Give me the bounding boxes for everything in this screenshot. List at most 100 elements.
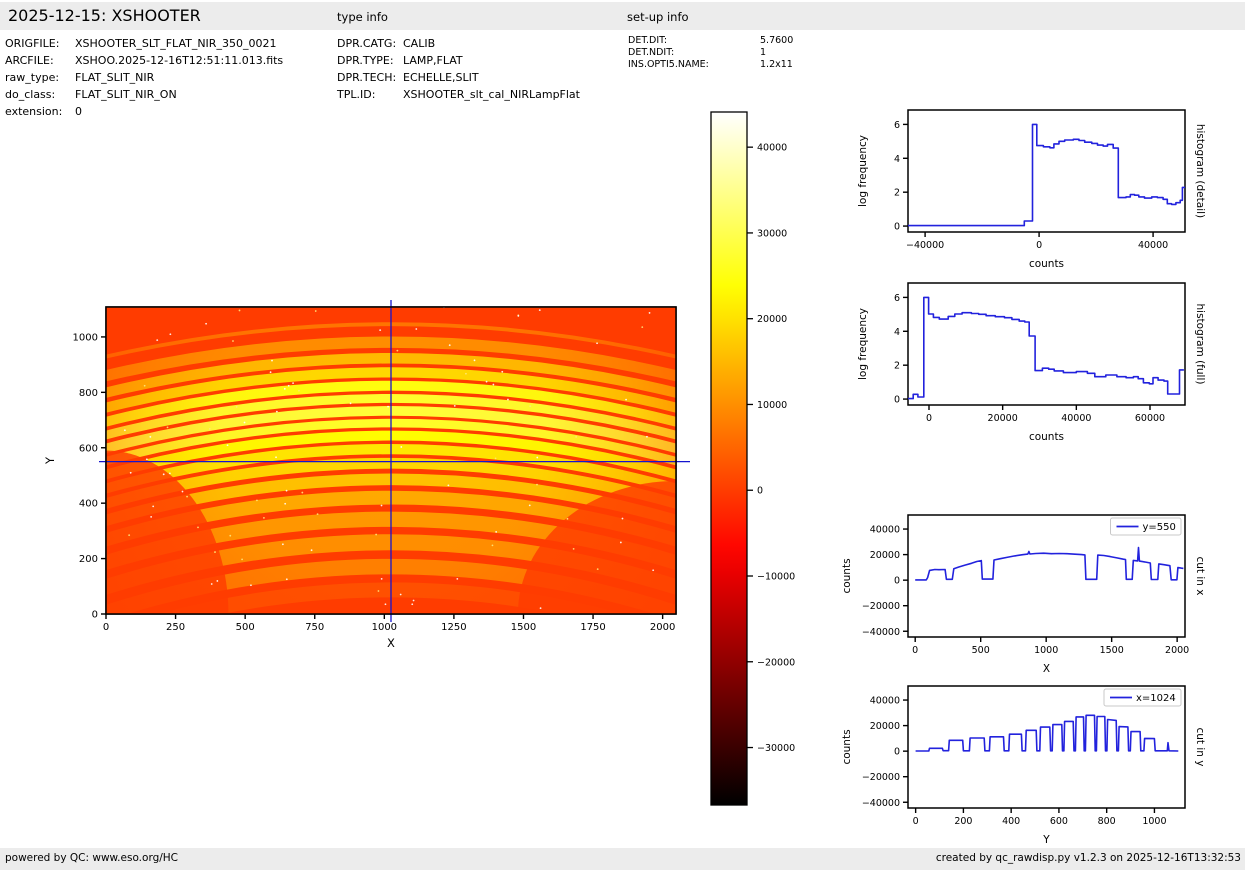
file-info-row: ARCFILE:XSHOO.2025-12-16T12:51:11.013.fi… [5, 54, 283, 67]
setup-info-value: 1 [760, 47, 766, 58]
title-bar: 2025-12-15: XSHOOTER type info set-up in… [0, 2, 1245, 30]
setup-info-value: 1.2x11 [760, 59, 793, 70]
svg-text:counts: counts [841, 558, 853, 593]
file-info-key: ARCFILE: [5, 54, 75, 67]
file-info-row: raw_type:FLAT_SLIT_NIR [5, 71, 154, 84]
svg-text:30000: 30000 [757, 228, 787, 239]
svg-text:40000: 40000 [1061, 413, 1091, 424]
svg-text:0: 0 [92, 610, 98, 621]
type-info-value: XSHOOTER_slt_cal_NIRLampFlat [403, 88, 580, 101]
svg-text:1750: 1750 [580, 622, 605, 633]
setup-info-value: 5.7600 [760, 35, 793, 46]
svg-text:cut in x: cut in x [1194, 556, 1206, 595]
svg-text:2: 2 [894, 361, 900, 372]
svg-text:X: X [387, 636, 395, 650]
svg-text:0: 0 [1036, 240, 1042, 251]
svg-text:4: 4 [894, 154, 900, 165]
histogram-full-plot: 02000040000600000246countslog frequencyh… [840, 268, 1245, 450]
file-info-key: ORIGFILE: [5, 37, 75, 50]
file-info-value: XSHOO.2025-12-16T12:51:11.013.fits [75, 54, 283, 67]
type-info-value: ECHELLE,SLIT [403, 71, 479, 84]
svg-text:6: 6 [894, 293, 900, 304]
svg-text:1000: 1000 [1142, 816, 1166, 827]
svg-text:200: 200 [79, 554, 98, 565]
setup-info-row: DET.NDIT:1 [628, 47, 766, 58]
setup-info-key: DET.DIT: [628, 35, 760, 46]
svg-text:histogram (detail): histogram (detail) [1194, 124, 1206, 218]
main-image-plot: 0250500750100012501500175020000200400600… [40, 290, 700, 652]
svg-text:500: 500 [972, 645, 990, 656]
svg-text:0: 0 [894, 222, 900, 233]
footer-bar: powered by QC: www.eso.org/HC created by… [0, 848, 1245, 870]
histogram-detail-plot: −400000400000246countslog frequencyhisto… [840, 95, 1245, 277]
svg-text:500: 500 [236, 622, 255, 633]
file-info-key: do_class: [5, 88, 75, 101]
svg-text:−20000: −20000 [862, 601, 900, 612]
type-info-key: DPR.TECH: [337, 71, 403, 84]
qc-report-page: 2025-12-15: XSHOOTER type info set-up in… [0, 0, 1245, 870]
page-title: 2025-12-15: XSHOOTER [8, 6, 201, 25]
setup-info-heading: set-up info [627, 10, 689, 24]
svg-text:750: 750 [305, 622, 324, 633]
svg-text:1000: 1000 [73, 332, 98, 343]
type-info-key: DPR.CATG: [337, 37, 403, 50]
svg-text:600: 600 [1050, 816, 1068, 827]
svg-text:0: 0 [894, 576, 900, 587]
svg-text:−40000: −40000 [862, 627, 900, 638]
file-info-row: ORIGFILE:XSHOOTER_SLT_FLAT_NIR_350_0021 [5, 37, 276, 50]
type-info-row: DPR.TYPE:LAMP,FLAT [337, 54, 463, 67]
file-info-value: FLAT_SLIT_NIR_ON [75, 88, 177, 101]
svg-text:1500: 1500 [511, 622, 536, 633]
svg-text:6: 6 [894, 120, 900, 131]
svg-text:−20000: −20000 [757, 657, 795, 668]
svg-text:0: 0 [913, 816, 919, 827]
type-info-key: TPL.ID: [337, 88, 403, 101]
type-info-row: DPR.CATG:CALIB [337, 37, 435, 50]
svg-text:10000: 10000 [757, 400, 787, 411]
type-info-row: DPR.TECH:ECHELLE,SLIT [337, 71, 479, 84]
svg-text:0: 0 [912, 645, 918, 656]
svg-text:1000: 1000 [1034, 645, 1058, 656]
svg-text:800: 800 [1098, 816, 1116, 827]
type-info-value: CALIB [403, 37, 435, 50]
setup-info-key: INS.OPTI5.NAME: [628, 59, 760, 70]
setup-info-key: DET.NDIT: [628, 47, 760, 58]
svg-text:4: 4 [894, 327, 900, 338]
file-info-value: FLAT_SLIT_NIR [75, 71, 154, 84]
svg-text:−10000: −10000 [757, 572, 795, 583]
svg-text:cut in y: cut in y [1194, 727, 1206, 766]
file-info-key: extension: [5, 105, 75, 118]
svg-text:400: 400 [79, 499, 98, 510]
file-info-row: do_class:FLAT_SLIT_NIR_ON [5, 88, 177, 101]
footer-left-text: powered by QC: www.eso.org/HC [5, 852, 178, 864]
svg-text:y=550: y=550 [1143, 522, 1176, 533]
svg-text:40000: 40000 [757, 143, 787, 154]
colorbar: 400003000020000100000−10000−20000−30000 [690, 100, 820, 815]
cut-in-x-plot: 0500100015002000−40000−2000002000040000X… [840, 500, 1245, 682]
svg-text:20000: 20000 [870, 721, 900, 732]
svg-text:250: 250 [166, 622, 185, 633]
svg-text:2000: 2000 [1165, 645, 1189, 656]
footer-right-text: created by qc_rawdisp.py v1.2.3 on 2025-… [936, 852, 1241, 864]
file-info-key: raw_type: [5, 71, 75, 84]
svg-text:Y: Y [43, 456, 57, 465]
svg-text:20000: 20000 [757, 314, 787, 325]
type-info-row: TPL.ID:XSHOOTER_slt_cal_NIRLampFlat [337, 88, 580, 101]
svg-text:Y: Y [1042, 834, 1050, 846]
svg-text:800: 800 [79, 388, 98, 399]
svg-text:histogram (full): histogram (full) [1194, 304, 1206, 385]
type-info-key: DPR.TYPE: [337, 54, 403, 67]
svg-text:2000: 2000 [650, 622, 675, 633]
svg-text:0: 0 [926, 413, 932, 424]
svg-text:counts: counts [1029, 431, 1064, 443]
svg-text:1250: 1250 [441, 622, 466, 633]
svg-text:40000: 40000 [1138, 240, 1168, 251]
svg-text:counts: counts [841, 729, 853, 764]
svg-text:−40000: −40000 [862, 798, 900, 809]
svg-text:−20000: −20000 [862, 772, 900, 783]
svg-text:2: 2 [894, 188, 900, 199]
svg-text:400: 400 [1002, 816, 1020, 827]
file-info-row: extension:0 [5, 105, 82, 118]
svg-text:0: 0 [894, 395, 900, 406]
svg-text:0: 0 [757, 486, 763, 497]
